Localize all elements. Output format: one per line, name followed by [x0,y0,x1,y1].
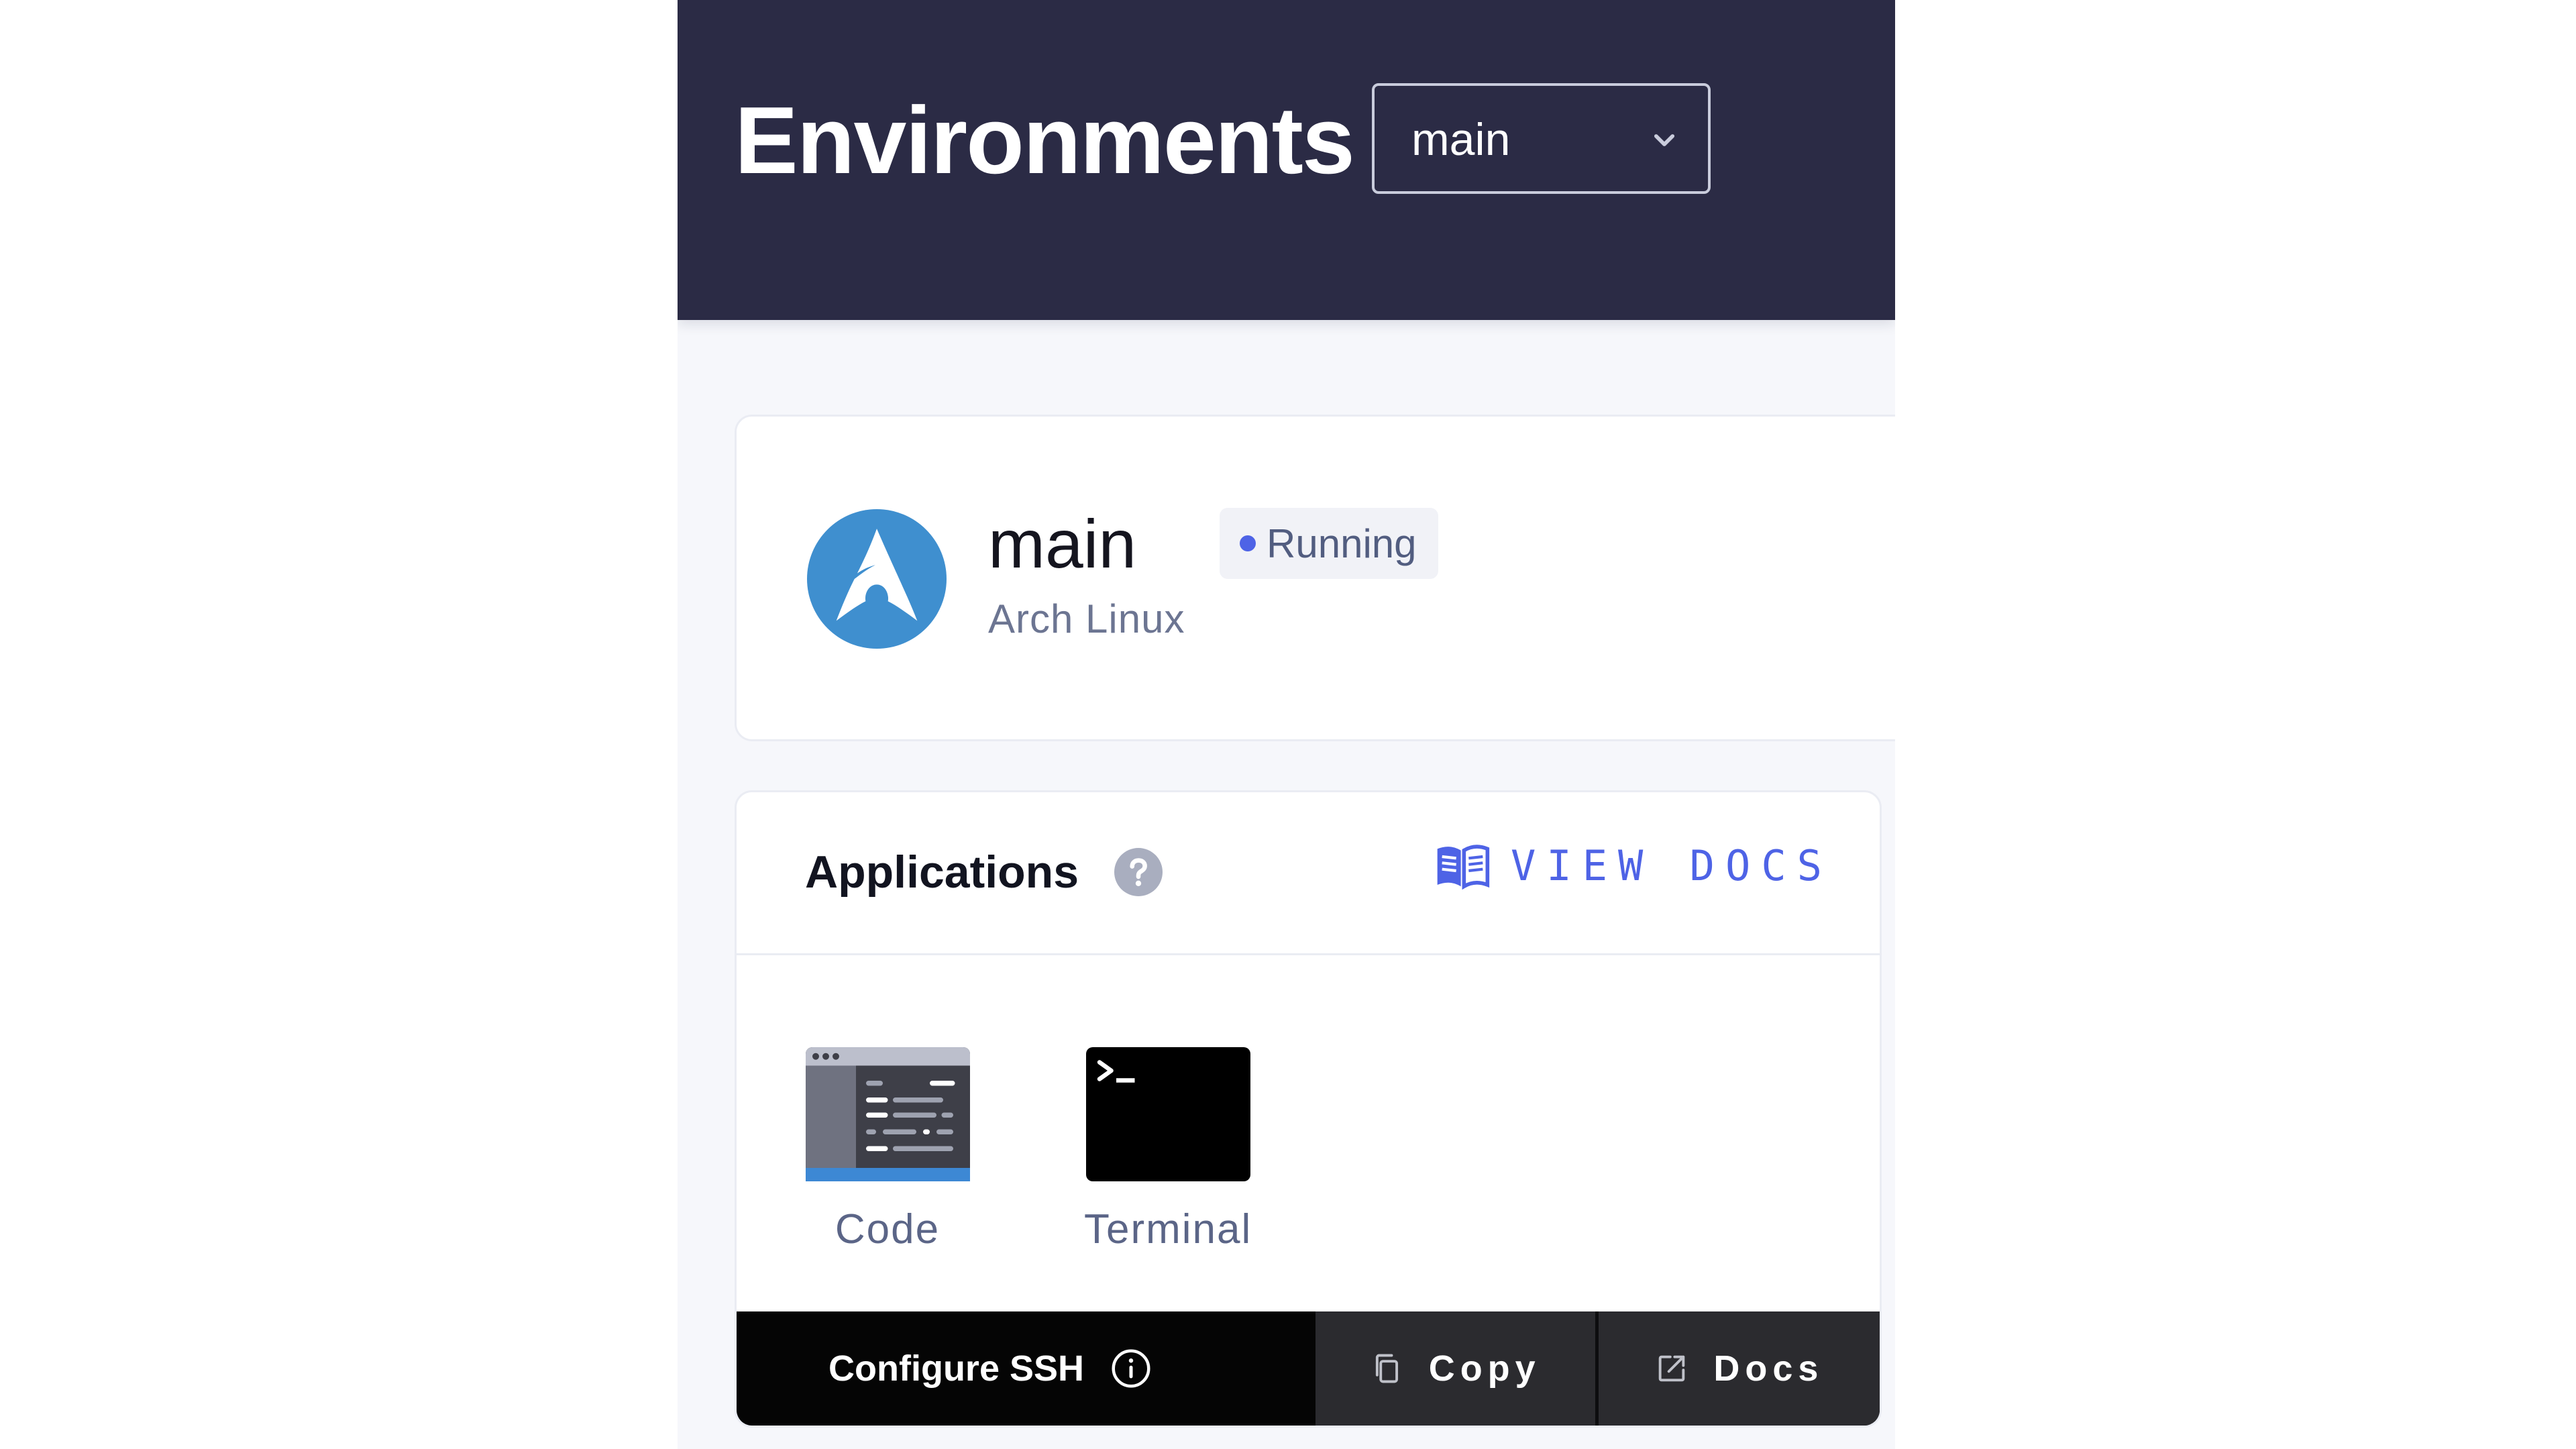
copy-button[interactable]: Copy [1315,1311,1599,1426]
docs-button[interactable]: Docs [1598,1311,1880,1426]
view-docs-label: VIEW DOCS [1511,841,1833,890]
environment-select[interactable]: main [1372,83,1711,194]
top-header: Environments main [678,0,1895,320]
arch-linux-logo [807,509,947,649]
copy-button-label: Copy [1428,1348,1541,1389]
app-terminal-label: Terminal [1084,1206,1252,1252]
chevron-down-icon [1654,134,1675,146]
environment-card: main Running Arch Linux [735,415,1895,741]
configure-ssh-bar: Configure SSH Copy Docs [737,1311,1880,1426]
info-circle-icon[interactable] [1111,1348,1151,1389]
question-circle-icon[interactable] [1114,848,1163,896]
terminal-icon [1085,1047,1250,1181]
configure-ssh-label: Configure SSH [828,1348,1085,1389]
environments-page: Environments main main Running Arch Linu… [678,0,1895,1449]
status-dot-icon [1240,535,1256,551]
status-text: Running [1267,521,1417,566]
environment-name: main [988,506,1137,582]
book-icon [1437,845,1490,890]
app-terminal[interactable]: Terminal [1084,1047,1252,1253]
environment-os: Arch Linux [988,596,1185,641]
page-title: Environments [735,87,1355,194]
configure-ssh-section: Configure SSH [737,1311,1316,1426]
view-docs-link[interactable]: VIEW DOCS [1434,839,1833,893]
applications-header: Applications VIEW DOCS [737,792,1880,955]
external-link-icon [1659,1355,1685,1382]
code-editor-icon [805,1047,970,1181]
copy-icon [1375,1354,1398,1383]
environment-select-value: main [1411,114,1511,165]
applications-card: Applications VIEW DOCS Code Terminal Con… [735,790,1882,1428]
app-code[interactable]: Code [804,1047,971,1253]
screen: Environments main main Running Arch Linu… [0,0,2576,1449]
docs-button-label: Docs [1713,1348,1824,1389]
app-code-label: Code [835,1206,941,1252]
applications-title: Applications [805,847,1079,898]
status-badge: Running [1220,508,1438,579]
